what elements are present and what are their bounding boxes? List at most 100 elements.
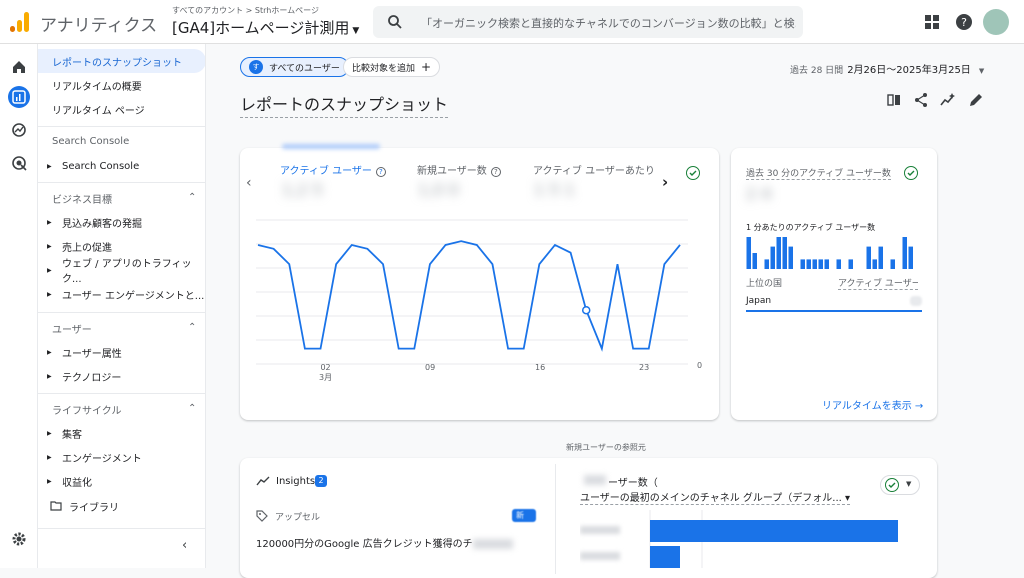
sidebar-item-label: ライブラリ	[69, 499, 119, 514]
avatar[interactable]	[983, 9, 1009, 35]
series-line-active-users	[258, 241, 680, 349]
insight-text[interactable]: 120000円分のGoogle 広告クレジット獲得のチ	[256, 535, 513, 550]
app-title: アナリティクス	[40, 11, 157, 36]
check-circle-icon[interactable]	[686, 166, 700, 180]
help-icon[interactable]: ?	[376, 167, 386, 177]
edit-icon[interactable]	[968, 92, 984, 108]
data-point[interactable]	[583, 307, 590, 314]
realtime-bar	[777, 237, 782, 269]
sidebar-item-realtime-pages[interactable]: リアルタイム ページ	[38, 97, 206, 121]
realtime-bar	[867, 247, 872, 269]
check-circle-icon[interactable]	[904, 166, 918, 180]
expand-icon: ▶	[47, 478, 52, 485]
explore-icon[interactable]	[8, 119, 30, 141]
chevron-left-icon[interactable]: ‹	[246, 175, 252, 191]
caret-down-icon: ▼	[352, 26, 359, 36]
section-lifecycle[interactable]: ライフサイクル	[52, 402, 122, 417]
view-realtime-link[interactable]: リアルタイムを表示 →	[822, 397, 923, 412]
expand-icon: ▶	[47, 349, 52, 356]
date-range-picker[interactable]: 過去 28 日間2月26日～2025年3月25日▼	[790, 61, 984, 76]
sidebar-item-snapshot[interactable]: レポートのスナップショット	[38, 49, 206, 73]
section-user[interactable]: ユーザー	[52, 321, 92, 336]
section-search-console: Search Console	[52, 136, 129, 147]
add-comparison-button[interactable]: 比較対象を追加+	[343, 57, 440, 77]
realtime-bar	[771, 247, 776, 269]
col-country: 上位の国	[746, 276, 782, 289]
advertising-icon[interactable]	[8, 152, 30, 174]
insights-count: 2	[315, 475, 327, 487]
chip-label: 比較対象を追加	[352, 61, 415, 74]
sidebar-item-library[interactable]: ライブラリ	[38, 494, 206, 518]
sidebar-item-leads[interactable]: ▶ 見込み顧客の発掘	[38, 210, 206, 234]
caret-down-icon: ▼	[906, 480, 911, 488]
nav-rail	[0, 44, 38, 568]
country-cell: Japan	[746, 296, 771, 306]
card-title-blurred	[282, 144, 380, 149]
x-tick-label: 023月	[319, 363, 332, 383]
x-tick-day: 02	[320, 363, 330, 372]
realtime-bar	[765, 259, 770, 269]
new-users-value-blurred: 1,0 0	[418, 180, 459, 199]
all-users-chip[interactable]: すすべてのユーザー	[240, 57, 349, 77]
help-icon[interactable]: ?	[491, 167, 501, 177]
share-icon[interactable]	[913, 92, 929, 108]
expand-icon: ▶	[47, 243, 52, 250]
search-bar[interactable]: 「オーガニック検索と直接的なチャネルでのコンバージョン数の比較」と検…	[373, 6, 803, 38]
tab-per-user[interactable]: アクティブ ユーザーあたりの	[533, 162, 655, 177]
per-minute-label: 1 分あたりのアクティブ ユーザー数	[746, 222, 875, 233]
chevron-up-icon[interactable]: ⌃	[188, 322, 196, 333]
sidebar-item-search-console[interactable]: ▶Search Console	[38, 154, 206, 178]
date-prefix: 過去 28 日間	[790, 66, 843, 76]
settings-icon[interactable]	[8, 528, 30, 550]
apps-icon[interactable]	[922, 12, 942, 32]
expand-icon: ▶	[47, 430, 52, 437]
search-icon	[387, 14, 403, 30]
sidebar-item-label: 見込み顧客の発掘	[62, 215, 142, 230]
section-label: 新規ユーザーの参照元	[566, 442, 646, 453]
sidebar-item-label: 集客	[62, 426, 82, 441]
compare-icon[interactable]	[886, 92, 902, 108]
collapse-sidebar-icon[interactable]: ‹	[182, 538, 187, 553]
chevron-right-icon[interactable]: ›	[662, 173, 668, 191]
tab-active-users[interactable]: アクティブ ユーザー?	[280, 162, 386, 177]
channel-bar-chart	[580, 510, 910, 568]
insights-icon[interactable]	[940, 92, 956, 108]
home-icon[interactable]	[8, 56, 30, 78]
reports-icon[interactable]	[8, 86, 30, 108]
channel-bar[interactable]	[650, 546, 680, 568]
property-name: [GA4]ホームページ計測用	[172, 19, 349, 37]
blurred-text	[584, 475, 606, 485]
sidebar-item-monetization[interactable]: ▶収益化	[38, 469, 206, 493]
sidebar-item-label: 売上の促進	[62, 239, 112, 254]
sidebar-item-demographics[interactable]: ▶ユーザー属性	[38, 340, 206, 364]
tab-new-users[interactable]: 新規ユーザー数?	[417, 162, 501, 177]
analytics-logo-icon[interactable]	[10, 12, 30, 32]
expand-icon: ▶	[47, 163, 52, 170]
section-business[interactable]: ビジネス目標	[52, 191, 112, 206]
country-value-blurred	[910, 296, 922, 306]
channel-dropdown[interactable]: ユーザーの最初のメインのチャネル グループ（デフォル... ▾	[580, 489, 850, 505]
property-selector[interactable]: [GA4]ホームページ計測用▼	[172, 17, 359, 38]
channel-bar[interactable]	[650, 520, 898, 542]
sidebar-item-acquisition[interactable]: ▶ 集客	[38, 421, 206, 445]
page-title: レポートのスナップショット	[240, 91, 448, 118]
help-icon[interactable]: ?	[954, 12, 974, 32]
insights-label: Insights	[276, 476, 315, 487]
x-tick-label: 23	[639, 363, 649, 372]
expand-icon: ▶	[47, 267, 52, 274]
divider	[38, 393, 206, 394]
check-circle-icon	[885, 478, 899, 492]
chevron-up-icon[interactable]: ⌃	[188, 403, 196, 414]
account-breadcrumb[interactable]: すべてのアカウント > Strhホームページ	[172, 5, 319, 16]
sidebar-item-label: テクノロジー	[62, 369, 121, 384]
chevron-up-icon[interactable]: ⌃	[188, 192, 196, 203]
sidebar-item-realtime-overview[interactable]: リアルタイムの概要	[38, 73, 206, 97]
tab-label: 新規ユーザー数	[417, 166, 487, 177]
divider	[38, 528, 206, 529]
chip-label: すべてのユーザー	[269, 61, 340, 74]
sidebar-item-engagement-goal[interactable]: ▶ユーザー エンゲージメントと...	[38, 282, 206, 306]
expand-icon: ▶	[47, 219, 52, 226]
sidebar-item-technology[interactable]: ▶テクノロジー	[38, 364, 206, 388]
sidebar-item-traffic[interactable]: ▶ウェブ / アプリのトラフィック...	[38, 258, 206, 282]
sidebar-item-engagement[interactable]: ▶エンゲージメント	[38, 445, 206, 469]
